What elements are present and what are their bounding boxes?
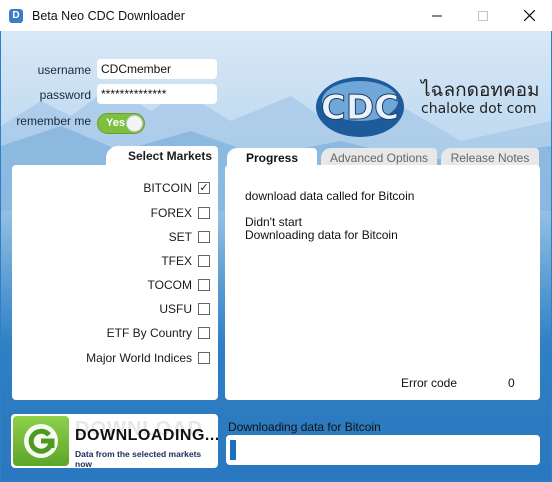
download-button[interactable]: DOWNLOAD DOWNLOADING... Data from the se…	[11, 414, 218, 468]
market-checkbox[interactable]	[198, 207, 210, 219]
market-label: FOREX	[150, 206, 192, 220]
remember-me-toggle[interactable]: Yes	[97, 113, 145, 134]
toggle-label: Yes	[106, 117, 125, 129]
market-label: Major World Indices	[86, 351, 192, 365]
error-code-label: Error code	[401, 376, 458, 390]
window-title: Beta Neo CDC Downloader	[32, 8, 185, 23]
market-item-set[interactable]: SET	[169, 230, 210, 244]
market-checkbox[interactable]: ✓	[198, 182, 210, 194]
market-checkbox[interactable]	[198, 279, 210, 291]
password-label: password	[39, 88, 91, 102]
progress-panel: download data called for Bitcoin Didn't …	[225, 165, 540, 400]
market-item-major-world-indices[interactable]: Major World Indices	[86, 351, 210, 365]
log-line: Downloading data for Bitcoin	[245, 228, 398, 242]
logo-mark-text: CDC	[321, 88, 399, 128]
market-checkbox[interactable]	[198, 255, 210, 267]
market-label: TOCOM	[147, 278, 192, 292]
username-input[interactable]	[97, 59, 217, 79]
username-label: username	[37, 63, 91, 77]
log-line: download data called for Bitcoin	[245, 189, 415, 203]
market-checkbox[interactable]	[198, 327, 210, 339]
status-text: Downloading data for Bitcoin	[228, 420, 381, 434]
progress-bar	[226, 435, 540, 465]
download-subtitle: Data from the selected markets now	[75, 449, 202, 468]
market-item-bitcoin[interactable]: BITCOIN ✓	[143, 181, 210, 195]
error-code-value: 0	[508, 376, 515, 390]
markets-panel: BITCOIN ✓ FOREX SET TFEX TOCOM USFU ETF …	[12, 165, 218, 400]
minimize-button[interactable]	[414, 0, 460, 31]
market-item-tfex[interactable]: TFEX	[161, 254, 210, 268]
market-label: USFU	[159, 302, 192, 316]
market-checkbox[interactable]	[198, 352, 210, 364]
log-line: Didn't start	[245, 215, 302, 229]
market-label: ETF By Country	[106, 326, 192, 340]
minimize-icon	[432, 15, 442, 16]
market-label: TFEX	[161, 254, 192, 268]
market-label: SET	[168, 230, 192, 244]
market-item-forex[interactable]: FOREX	[151, 206, 210, 220]
client-area: username password remember me Yes CDC ไฉ…	[1, 31, 551, 481]
market-checkbox[interactable]	[198, 303, 210, 315]
market-item-etf-by-country[interactable]: ETF By Country	[107, 326, 210, 340]
maximize-button[interactable]	[460, 0, 506, 31]
market-item-tocom[interactable]: TOCOM	[148, 278, 210, 292]
download-title: DOWNLOADING...	[75, 427, 218, 444]
toggle-knob	[126, 115, 143, 132]
title-bar: D Beta Neo CDC Downloader	[0, 0, 552, 31]
window-controls	[414, 0, 552, 31]
download-refresh-icon	[13, 416, 69, 466]
progress-bar-fill	[230, 440, 236, 460]
app-icon: D	[9, 8, 23, 23]
close-icon	[523, 10, 535, 21]
market-checkbox[interactable]	[198, 231, 210, 243]
password-input[interactable]	[97, 84, 217, 104]
remember-me-label: remember me	[16, 114, 91, 128]
logo-subtitle: chaloke dot com	[421, 101, 537, 117]
close-button[interactable]	[506, 0, 552, 31]
maximize-icon	[478, 10, 488, 21]
market-label: BITCOIN	[143, 181, 192, 195]
market-item-usfu[interactable]: USFU	[159, 302, 210, 316]
